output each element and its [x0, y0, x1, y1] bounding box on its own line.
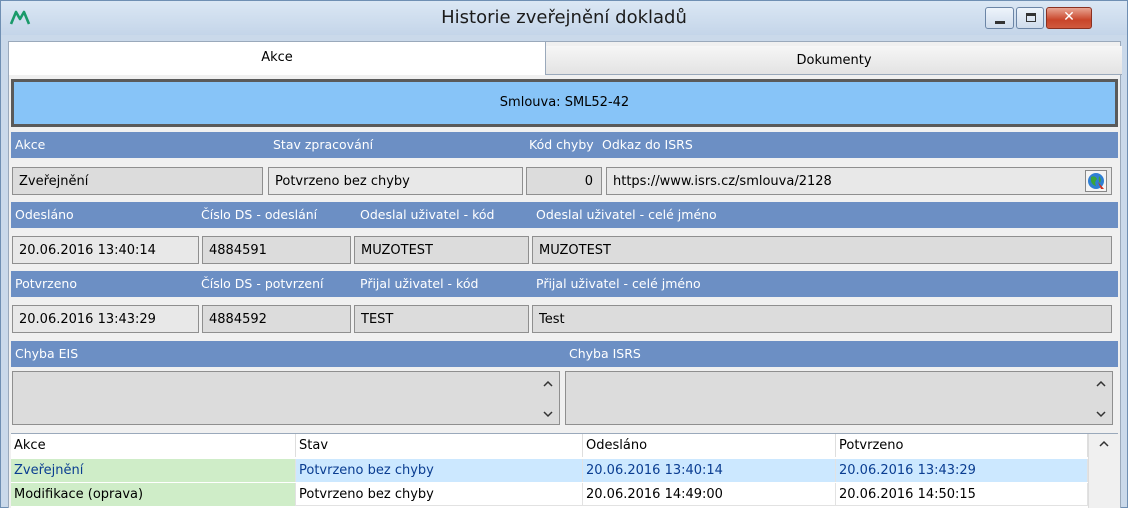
chevron-down-icon[interactable]: [1094, 408, 1108, 420]
label-odkaz-isrs: Odkaz do ISRS: [602, 137, 693, 152]
label-kod-chyby: Kód chyby: [529, 137, 594, 152]
label-odeslal-kod: Odeslal uživatel - kód: [360, 207, 495, 222]
column-header-potvrzeno[interactable]: Potvrzeno: [836, 434, 1088, 457]
header-band-sent: Odesláno Číslo DS - odeslání Odeslal uži…: [11, 202, 1118, 228]
minimize-icon: [995, 21, 1005, 24]
label-cislo-ds-odeslani: Číslo DS - odeslání: [201, 207, 318, 222]
history-grid[interactable]: Akce Stav Odesláno Potvrzeno Zveřejnění …: [11, 433, 1118, 508]
odeslal-kod-field: MUZOTEST: [354, 236, 529, 264]
close-icon: ✕: [1063, 9, 1075, 25]
header-band-errors: Chyba EIS Chyba ISRS: [11, 341, 1118, 367]
odeslal-jmeno-field: MUZOTEST: [532, 236, 1112, 264]
label-potvrzeno: Potvrzeno: [15, 276, 77, 291]
cislo-ds-potvrzeni-field: 4884592: [202, 305, 351, 333]
grid-header-row: Akce Stav Odesláno Potvrzeno: [11, 434, 1088, 457]
label-odeslano: Odesláno: [15, 207, 74, 222]
cislo-ds-odeslani-field: 4884591: [202, 236, 351, 264]
potvrzeno-field: 20.06.2016 13:43:29: [12, 305, 199, 333]
column-header-odeslano[interactable]: Odesláno: [583, 434, 836, 457]
title-bar: Historie zveřejnění dokladů ✕: [1, 1, 1127, 35]
chevron-up-icon[interactable]: [1094, 378, 1108, 390]
prijal-jmeno-field: Test: [532, 305, 1112, 333]
cell-odeslano: 20.06.2016 13:40:14: [583, 459, 836, 482]
window-title: Historie zveřejnění dokladů: [441, 7, 687, 28]
cell-stav: Potvrzeno bez chyby: [296, 483, 583, 506]
chyba-isrs-memo[interactable]: [565, 371, 1113, 425]
tab-dokumenty[interactable]: Dokumenty: [546, 46, 1122, 75]
label-akce: Akce: [15, 137, 46, 152]
cell-stav: Potvrzeno bez chyby: [296, 459, 583, 482]
header-band-action: Akce Stav zpracování Kód chyby Odkaz do …: [11, 132, 1118, 158]
maximize-icon: [1026, 13, 1036, 22]
cell-akce: Zveřejnění: [11, 459, 296, 482]
label-chyba-eis: Chyba EIS: [15, 346, 79, 361]
chevron-up-icon[interactable]: [541, 378, 555, 390]
minimize-button[interactable]: [985, 7, 1014, 29]
label-odeslal-jmeno: Odeslal uživatel - celé jméno: [536, 207, 717, 222]
odeslano-field: 20.06.2016 13:40:14: [12, 236, 199, 264]
contract-banner: Smlouva: SML52-42: [11, 79, 1118, 127]
tab-akce[interactable]: Akce: [9, 42, 546, 75]
label-chyba-isrs: Chyba ISRS: [569, 346, 641, 361]
chevron-up-icon[interactable]: [1098, 438, 1110, 450]
chyba-eis-memo[interactable]: [12, 371, 560, 425]
globe-link-icon[interactable]: [1085, 170, 1107, 192]
grid-scrollbar[interactable]: [1088, 434, 1118, 508]
cell-odeslano: 20.06.2016 14:49:00: [583, 483, 836, 506]
odkaz-isrs-field[interactable]: https://www.isrs.cz/smlouva/2128: [606, 167, 1112, 195]
label-stav-zpracovani: Stav zpracování: [273, 137, 374, 152]
maximize-button[interactable]: [1016, 7, 1044, 29]
cell-potvrzeno: 20.06.2016 14:50:15: [836, 483, 1088, 506]
cell-potvrzeno: 20.06.2016 13:43:29: [836, 459, 1088, 482]
stav-zpracovani-field: Potvrzeno bez chyby: [268, 167, 523, 195]
label-prijal-kod: Přijal uživatel - kód: [360, 276, 479, 291]
table-row[interactable]: Modifikace (oprava) Potvrzeno bez chyby …: [11, 483, 1088, 506]
label-prijal-jmeno: Přijal uživatel - celé jméno: [536, 276, 701, 291]
app-window: Historie zveřejnění dokladů ✕ Akce Dokum…: [0, 0, 1128, 508]
akce-field: Zveřejnění: [12, 167, 263, 195]
close-button[interactable]: ✕: [1046, 7, 1092, 29]
prijal-kod-field: TEST: [354, 305, 529, 333]
cell-akce: Modifikace (oprava): [11, 483, 296, 506]
table-row[interactable]: Zveřejnění Potvrzeno bez chyby 20.06.201…: [11, 459, 1088, 482]
chevron-down-icon[interactable]: [541, 408, 555, 420]
column-header-akce[interactable]: Akce: [11, 434, 296, 457]
header-band-confirmed: Potvrzeno Číslo DS - potvrzení Přijal už…: [11, 271, 1118, 297]
main-panel: Akce Dokumenty Smlouva: SML52-42 Akce St…: [8, 41, 1122, 508]
column-header-stav[interactable]: Stav: [296, 434, 583, 457]
kod-chyby-field: 0: [526, 167, 602, 195]
label-cislo-ds-potvrzeni: Číslo DS - potvrzení: [201, 276, 324, 291]
